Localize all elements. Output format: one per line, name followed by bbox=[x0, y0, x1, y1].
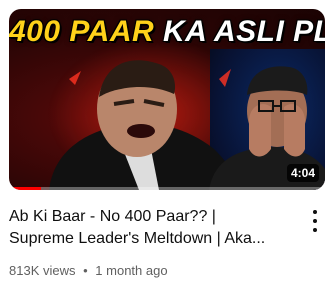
more-vertical-icon[interactable] bbox=[311, 210, 319, 232]
video-metadata: 813K views • 1 month ago bbox=[9, 262, 168, 280]
video-title-line-1: Ab Ki Baar - No 400 Paar?? | bbox=[9, 208, 216, 225]
more-dot bbox=[313, 228, 317, 232]
more-dot bbox=[313, 210, 317, 214]
video-thumbnail[interactable]: 400 PAAR KA ASLI PLAN! 4:04 bbox=[9, 9, 325, 190]
more-dot bbox=[313, 219, 317, 223]
video-title-line-2: Supreme Leader's Meltdown | Aka... bbox=[9, 230, 266, 247]
video-title[interactable]: Ab Ki Baar - No 400 Paar?? | Supreme Lea… bbox=[9, 206, 289, 250]
upload-age: 1 month ago bbox=[95, 263, 168, 278]
watch-progress-fill bbox=[9, 187, 41, 190]
meta-separator: • bbox=[83, 263, 88, 278]
watch-progress-bar bbox=[9, 187, 325, 190]
video-card[interactable]: 400 PAAR KA ASLI PLAN! 4:04 Ab Ki Baar -… bbox=[0, 0, 333, 295]
view-count: 813K views bbox=[9, 263, 76, 278]
duration-badge: 4:04 bbox=[286, 164, 319, 182]
thumbnail-headline: 400 PAAR KA ASLI PLAN! bbox=[9, 15, 325, 49]
thumbnail-headline-yellow: 400 PAAR bbox=[9, 15, 155, 48]
thumbnail-headline-white: KA ASLI PLAN! bbox=[163, 15, 325, 48]
